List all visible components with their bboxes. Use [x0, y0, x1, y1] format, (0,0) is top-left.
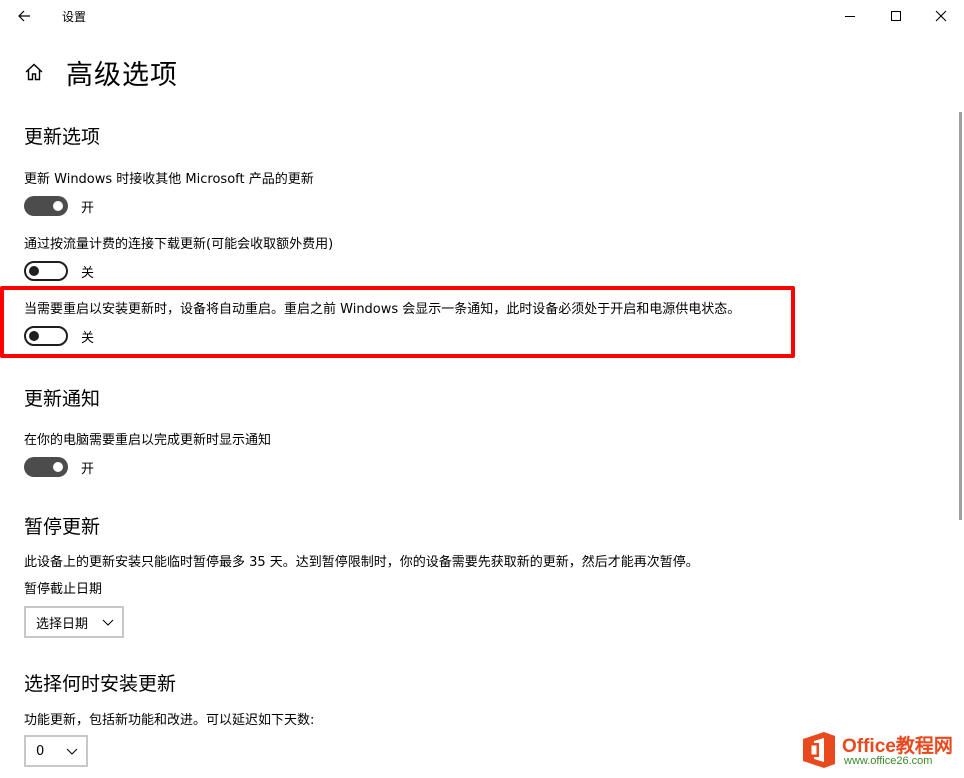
home-icon[interactable] — [22, 60, 46, 84]
toggle-row-metered-connection: 关 — [24, 261, 94, 281]
office-logo-icon — [803, 732, 835, 768]
app-title: 设置 — [62, 10, 87, 24]
feature-update-label: 功能更新，包括新功能和改进。可以延迟如下天数: — [24, 713, 315, 728]
close-icon — [935, 10, 947, 22]
pause-date-dropdown[interactable]: 选择日期 — [24, 606, 124, 638]
toggle-switch-auto-restart[interactable] — [24, 326, 68, 346]
back-arrow-icon — [18, 10, 30, 22]
toggle-knob — [29, 331, 39, 341]
toggle-row-auto-restart: 关 — [24, 326, 94, 346]
toggle-switch-metered-connection[interactable] — [24, 261, 68, 281]
dropdown-value: 选择日期 — [36, 616, 89, 632]
dropdown-value: 0 — [36, 743, 45, 759]
minimize-icon — [845, 16, 855, 17]
toggle-switch-other-products[interactable] — [24, 196, 68, 216]
toggle-switch-restart-notification[interactable] — [24, 457, 68, 477]
section-heading-update-notifications: 更新通知 — [24, 388, 101, 410]
close-button[interactable] — [918, 0, 964, 32]
chevron-down-icon — [102, 619, 114, 626]
page-title: 高级选项 — [66, 59, 178, 91]
section-heading-pause-updates: 暂停更新 — [24, 516, 101, 538]
title-bar: 设置 — [0, 0, 964, 32]
watermark-url: www.office26.com — [844, 755, 933, 767]
maximize-icon — [891, 11, 901, 21]
pause-date-label: 暂停截止日期 — [24, 582, 103, 597]
pause-description: 此设备上的更新安装只能临时暂停最多 35 天。达到暂停限制时，你的设备需要先获取… — [24, 555, 699, 570]
toggle-state-text: 关 — [81, 265, 95, 281]
toggle-state-text: 开 — [81, 200, 95, 216]
setting-label-restart-notification: 在你的电脑需要重启以完成更新时显示通知 — [24, 433, 272, 448]
setting-label-other-products: 更新 Windows 时接收其他 Microsoft 产品的更新 — [24, 172, 314, 187]
section-heading-install-time: 选择何时安装更新 — [24, 673, 177, 695]
toggle-row-other-products: 开 — [24, 196, 94, 216]
section-heading-update-options: 更新选项 — [24, 126, 101, 148]
scrollbar-thumb[interactable] — [959, 112, 962, 520]
page-header: 高级选项 — [22, 54, 178, 91]
toggle-knob — [53, 462, 63, 472]
chevron-down-icon — [66, 748, 78, 755]
toggle-row-restart-notification: 开 — [24, 457, 94, 477]
back-button[interactable] — [8, 0, 40, 32]
toggle-knob — [29, 266, 39, 276]
setting-label-auto-restart: 当需要重启以安装更新时，设备将自动重启。重启之前 Windows 会显示一条通知… — [24, 302, 741, 317]
setting-label-metered-connection: 通过按流量计费的连接下载更新(可能会收取额外费用) — [24, 237, 334, 252]
watermark: Office教程网 www.office26.com — [800, 728, 960, 774]
toggle-knob — [53, 201, 63, 211]
watermark-brand: Office教程网 — [842, 736, 953, 757]
toggle-state-text: 开 — [81, 461, 95, 477]
minimize-button[interactable] — [827, 0, 873, 32]
highlight-annotation-box — [0, 286, 795, 358]
toggle-state-text: 关 — [81, 330, 95, 346]
feature-defer-days-dropdown[interactable]: 0 — [24, 735, 88, 767]
maximize-button[interactable] — [873, 0, 919, 32]
